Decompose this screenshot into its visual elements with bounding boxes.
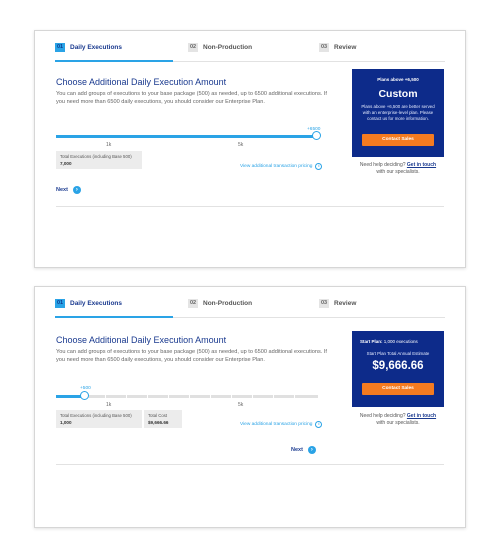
footer-divider <box>56 206 444 207</box>
step-indicator: 01 Daily Executions 02 Non-Production 03… <box>55 43 445 59</box>
step-indicator: 01 Daily Executions 02 Non-Production 03… <box>55 299 445 315</box>
total-cost-value: $9,666.66 <box>148 420 169 425</box>
step-label: Daily Executions <box>70 44 123 51</box>
plan-threshold-label: Plans above +6,500 <box>377 77 419 82</box>
arrow-right-icon: › <box>307 446 316 454</box>
slider-segment-gap <box>252 394 253 399</box>
slider-segment-gap <box>294 394 295 399</box>
get-in-touch-link[interactable]: Get in touch <box>407 413 436 419</box>
wizard-panel-start: 01 Daily Executions 02 Non-Production 03… <box>34 286 466 528</box>
step-number: 03 <box>319 43 329 52</box>
total-executions-value: 1,000 <box>60 420 72 425</box>
pricing-link[interactable]: View additional transaction pricing i <box>240 163 323 170</box>
total-executions-box: Total Executions (including Base 500) 7,… <box>56 151 142 169</box>
total-executions-label: Total Executions (including Base 500) <box>60 154 132 159</box>
slider-segment-gap <box>231 394 232 399</box>
next-button[interactable]: Next › <box>56 186 81 194</box>
slider-tick-5k: 5k <box>238 142 244 148</box>
step-daily-executions[interactable]: 01 Daily Executions <box>55 43 122 52</box>
wizard-panel-custom: 01 Daily Executions 02 Non-Production 03… <box>34 30 466 268</box>
step-number: 01 <box>55 43 65 52</box>
page-title: Choose Additional Daily Execution Amount <box>56 77 227 87</box>
help-text: Need help deciding? Get in touch with ou… <box>352 162 444 176</box>
active-step-underline <box>55 60 173 62</box>
slider-segment-gap <box>189 394 190 399</box>
step-non-production[interactable]: 02 Non-Production <box>188 43 252 52</box>
total-executions-box: Total Executions (including Base 500) 1,… <box>56 410 142 428</box>
pricing-link-text: View additional transaction pricing <box>240 422 313 427</box>
total-cost-label: Total Cost <box>148 413 168 418</box>
slider-segment-gap <box>210 394 211 399</box>
next-label: Next <box>291 447 303 453</box>
help-suffix: with our specialists. <box>376 169 420 175</box>
step-review[interactable]: 03 Review <box>319 43 356 52</box>
pricing-link-text: View additional transaction pricing <box>240 164 313 169</box>
active-step-underline <box>55 316 173 318</box>
pricing-link[interactable]: View additional transaction pricing i <box>240 421 323 428</box>
execution-slider-track[interactable] <box>56 135 316 138</box>
next-label: Next <box>56 187 68 193</box>
step-number: 03 <box>319 299 329 308</box>
step-number: 01 <box>55 299 65 308</box>
estimate-label: Start Plan Total Annual Estimate <box>366 351 430 356</box>
help-prefix: Need help deciding? <box>359 162 406 168</box>
total-cost-box: Total Cost $9,666.66 <box>144 410 182 428</box>
execution-slider-thumb[interactable] <box>312 131 321 140</box>
step-number: 02 <box>188 43 198 52</box>
info-icon: i <box>315 163 323 170</box>
slider-segment-gap <box>147 394 148 399</box>
plan-label: Start Plan: <box>360 339 383 344</box>
step-label: Review <box>334 300 357 307</box>
get-in-touch-link[interactable]: Get in touch <box>407 162 436 168</box>
contact-sales-button[interactable]: Contact Sales <box>362 383 434 395</box>
slider-tick-1k: 1k <box>106 402 112 408</box>
plan-title: Custom <box>378 88 418 100</box>
estimate-value: $9,666.66 <box>372 360 424 372</box>
slider-tick-5k: 5k <box>238 402 244 408</box>
arrow-right-icon: › <box>72 186 81 194</box>
plan-summary: Start Plan: 1,000 executions <box>352 339 444 344</box>
step-label: Daily Executions <box>70 300 123 307</box>
step-non-production[interactable]: 02 Non-Production <box>188 299 252 308</box>
help-suffix: with our specialists. <box>376 420 420 426</box>
help-text: Need help deciding? Get in touch with ou… <box>352 413 444 427</box>
slider-segment-gap <box>126 394 127 399</box>
total-executions-value: 7,000 <box>60 161 72 166</box>
step-label: Non-Production <box>203 44 253 51</box>
plan-value: 1,000 executions <box>383 339 418 344</box>
plan-description: Plans above +6,500 are better served wit… <box>361 104 435 121</box>
slider-segment-gap <box>105 394 106 399</box>
custom-plan-card: Plans above +6,500 Custom Plans above +6… <box>352 69 444 157</box>
slider-segment-gap <box>168 394 169 399</box>
next-button[interactable]: Next › <box>291 446 316 454</box>
footer-divider <box>56 464 444 465</box>
slider-tick-1k: 1k <box>106 142 112 148</box>
start-plan-card: Start Plan: 1,000 executions Start Plan … <box>352 331 444 407</box>
page-description: You can add groups of executions to your… <box>56 91 327 105</box>
step-daily-executions[interactable]: 01 Daily Executions <box>55 299 122 308</box>
help-prefix: Need help deciding? <box>359 413 406 419</box>
execution-slider-thumb[interactable] <box>80 391 89 400</box>
page-title: Choose Additional Daily Execution Amount <box>56 335 227 345</box>
step-label: Non-Production <box>203 300 253 307</box>
step-number: 02 <box>188 299 198 308</box>
total-executions-label: Total Executions (including Base 500) <box>60 413 132 418</box>
page-description: You can add groups of executions to your… <box>56 349 327 363</box>
info-icon: i <box>315 421 323 428</box>
contact-sales-button[interactable]: Contact Sales <box>362 134 434 146</box>
slider-segment-gap <box>273 394 274 399</box>
step-review[interactable]: 03 Review <box>319 299 356 308</box>
step-label: Review <box>334 44 357 51</box>
execution-slider-track[interactable] <box>56 395 318 398</box>
